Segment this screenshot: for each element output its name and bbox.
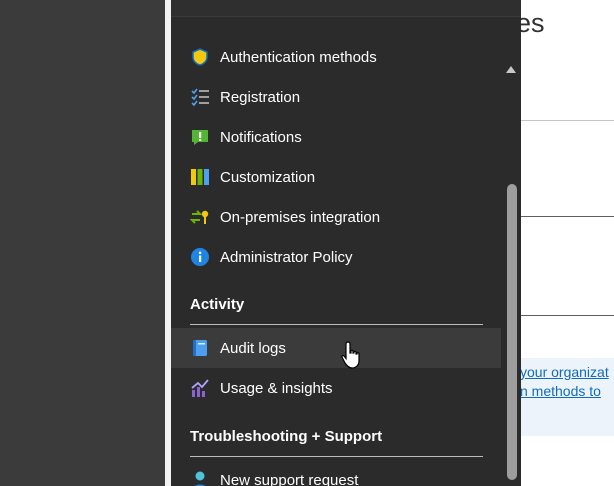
menu-item-registration[interactable]: Registration (171, 77, 501, 117)
checklist-icon (190, 87, 210, 107)
on-premises-icon (190, 207, 210, 227)
shield-icon (190, 47, 210, 67)
info-icon (190, 247, 210, 267)
menu-item-usage-insights[interactable]: Usage & insights (171, 368, 501, 408)
menu-item-label: Customization (220, 168, 316, 186)
menu-item-label: Usage & insights (220, 379, 333, 397)
menu-item-new-support-request[interactable]: New support request (171, 460, 501, 486)
audit-log-icon (190, 338, 210, 358)
support-person-icon (190, 470, 210, 486)
menu-item-label: New support request (220, 471, 359, 486)
menu-item-authentication-methods[interactable]: Authentication methods (171, 37, 501, 77)
menu-item-on-premises-integration[interactable]: On-premises integration (171, 197, 501, 237)
menu-item-audit-logs[interactable]: Audit logs (171, 328, 501, 368)
menu-item-label: On-premises integration (220, 208, 381, 226)
customization-icon (190, 167, 210, 187)
info-link-line-1[interactable]: your organizat (520, 364, 609, 380)
section-divider (190, 324, 483, 325)
menu-top-bar (171, 0, 521, 17)
menu-item-label: Registration (220, 88, 301, 106)
notification-icon (190, 127, 210, 147)
menu-item-administrator-policy[interactable]: Administrator Policy (171, 237, 501, 277)
section-divider (190, 456, 483, 457)
scroll-thumb[interactable] (507, 184, 517, 480)
scroll-up-arrow-icon[interactable] (506, 66, 516, 73)
menu-item-label: Authentication methods (220, 48, 377, 66)
section-header-troubleshooting: Troubleshooting + Support (190, 428, 383, 445)
left-backdrop (0, 0, 165, 486)
insights-chart-icon (190, 378, 210, 398)
menu-scrollbar[interactable] (502, 57, 521, 486)
menu-item-label: Audit logs (220, 339, 286, 357)
menu-item-label: Notifications (220, 128, 302, 146)
menu-item-customization[interactable]: Customization (171, 157, 501, 197)
section-header-activity: Activity (190, 296, 245, 313)
navigation-menu: Authentication methods Registration Noti… (171, 0, 521, 486)
menu-item-notifications[interactable]: Notifications (171, 117, 501, 157)
menu-item-label: Administrator Policy (220, 248, 353, 266)
info-link-line-2[interactable]: n methods to (520, 383, 601, 399)
